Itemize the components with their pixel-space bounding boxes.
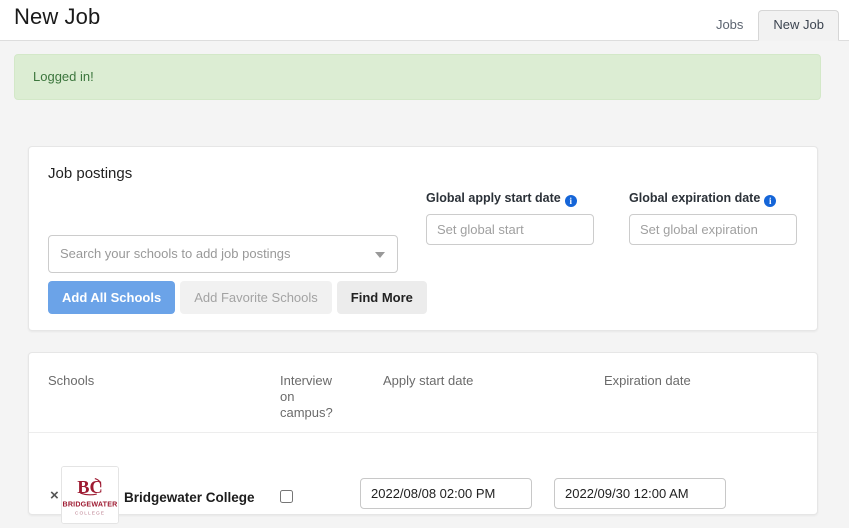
global-expiration-input[interactable]	[629, 214, 797, 245]
school-action-buttons: Add All Schools Add Favorite Schools Fin…	[48, 281, 427, 314]
column-header-schools: Schools	[48, 373, 95, 388]
schools-table-card: Schools Interview on campus? Apply start…	[28, 352, 818, 524]
global-apply-start-input[interactable]	[426, 214, 594, 245]
chevron-down-icon	[375, 252, 385, 258]
school-search-select[interactable]: Search your schools to add job postings	[48, 235, 398, 273]
column-header-expiration-date: Expiration date	[604, 373, 691, 388]
table-header-row: Schools Interview on campus? Apply start…	[29, 353, 817, 433]
apply-start-date-input[interactable]	[360, 478, 532, 509]
column-header-interview-on-campus: Interview on campus?	[280, 373, 333, 420]
add-all-schools-button[interactable]: Add All Schools	[48, 281, 176, 314]
page-title: New Job	[14, 4, 101, 29]
login-status-alert: Logged in!	[14, 54, 821, 100]
interview-on-campus-checkbox[interactable]	[280, 490, 293, 503]
global-apply-start-label-text: Global apply start date	[426, 191, 561, 205]
global-apply-start-label: Global apply start date i	[426, 191, 594, 207]
job-postings-card: Job postings Search your schools to add …	[28, 146, 818, 331]
info-icon[interactable]: i	[764, 195, 777, 207]
tab-bar: Jobs New Job	[701, 10, 839, 41]
tab-new-job[interactable]: New Job	[758, 10, 839, 41]
find-more-button[interactable]: Find More	[336, 281, 427, 314]
job-postings-title: Job postings	[48, 165, 133, 182]
svg-text:BRIDGEWATER: BRIDGEWATER	[62, 501, 117, 509]
add-favorite-schools-button[interactable]: Add Favorite Schools	[180, 281, 332, 314]
school-search-placeholder: Search your schools to add job postings	[60, 246, 291, 261]
app-header: New Job Jobs New Job	[0, 0, 849, 41]
school-name: Bridgewater College	[124, 490, 255, 505]
tab-jobs[interactable]: Jobs	[701, 10, 758, 41]
table-row: × BC BRIDGEWATER COLLEGE Bridgewater Col…	[29, 432, 817, 524]
alert-message: Logged in!	[33, 69, 94, 84]
info-icon[interactable]: i	[564, 195, 577, 207]
global-apply-start-group: Global apply start date i	[426, 191, 594, 245]
global-expiration-group: Global expiration date i	[629, 191, 797, 245]
school-logo: BC BRIDGEWATER COLLEGE	[61, 466, 119, 524]
expiration-date-input[interactable]	[554, 478, 726, 509]
remove-school-icon[interactable]: ×	[50, 488, 59, 503]
svg-text:COLLEGE: COLLEGE	[75, 510, 105, 516]
global-expiration-label-text: Global expiration date	[629, 191, 761, 205]
bridgewater-college-logo-icon: BC BRIDGEWATER COLLEGE	[62, 467, 118, 523]
column-header-apply-start-date: Apply start date	[383, 373, 474, 388]
global-expiration-label: Global expiration date i	[629, 191, 797, 207]
